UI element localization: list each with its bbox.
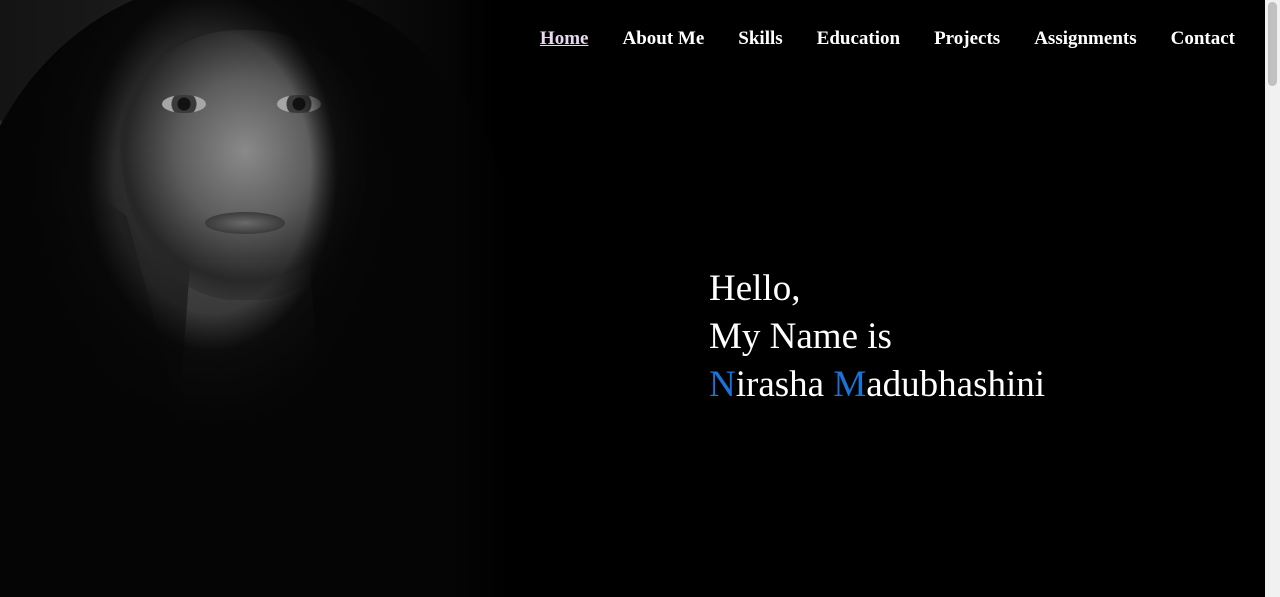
greeting-my-name-is: My Name is — [709, 316, 892, 357]
hero-greeting: Hello, My Name is Nirasha Madubhashini — [709, 265, 1045, 409]
nav-link-projects[interactable]: Projects — [934, 28, 1000, 50]
name-first-initial: N — [709, 364, 736, 405]
scrollbar-thumb[interactable] — [1268, 2, 1277, 86]
viewport: Home About Me Skills Education Projects … — [0, 0, 1265, 597]
nav-link-home[interactable]: Home — [540, 28, 589, 50]
page: Home About Me Skills Education Projects … — [0, 0, 1280, 597]
name-first-rest: irasha — [735, 364, 834, 405]
nav-link-assignments[interactable]: Assignments — [1034, 28, 1136, 50]
name-last-rest: adubhashini — [866, 364, 1046, 405]
nav-link-contact[interactable]: Contact — [1171, 28, 1235, 50]
hood-shape — [0, 0, 510, 597]
hero-portrait-image — [0, 0, 510, 597]
nav-link-education[interactable]: Education — [817, 28, 900, 50]
vertical-scrollbar[interactable] — [1265, 0, 1280, 597]
portrait-fade — [450, 0, 510, 597]
main-nav: Home About Me Skills Education Projects … — [506, 28, 1235, 50]
name-last-initial: M — [833, 364, 867, 405]
nav-link-about-me[interactable]: About Me — [622, 28, 704, 50]
greeting-full-name: Nirasha Madubhashini — [709, 361, 1045, 409]
nav-link-skills[interactable]: Skills — [738, 28, 782, 50]
greeting-hello: Hello, — [709, 268, 801, 309]
